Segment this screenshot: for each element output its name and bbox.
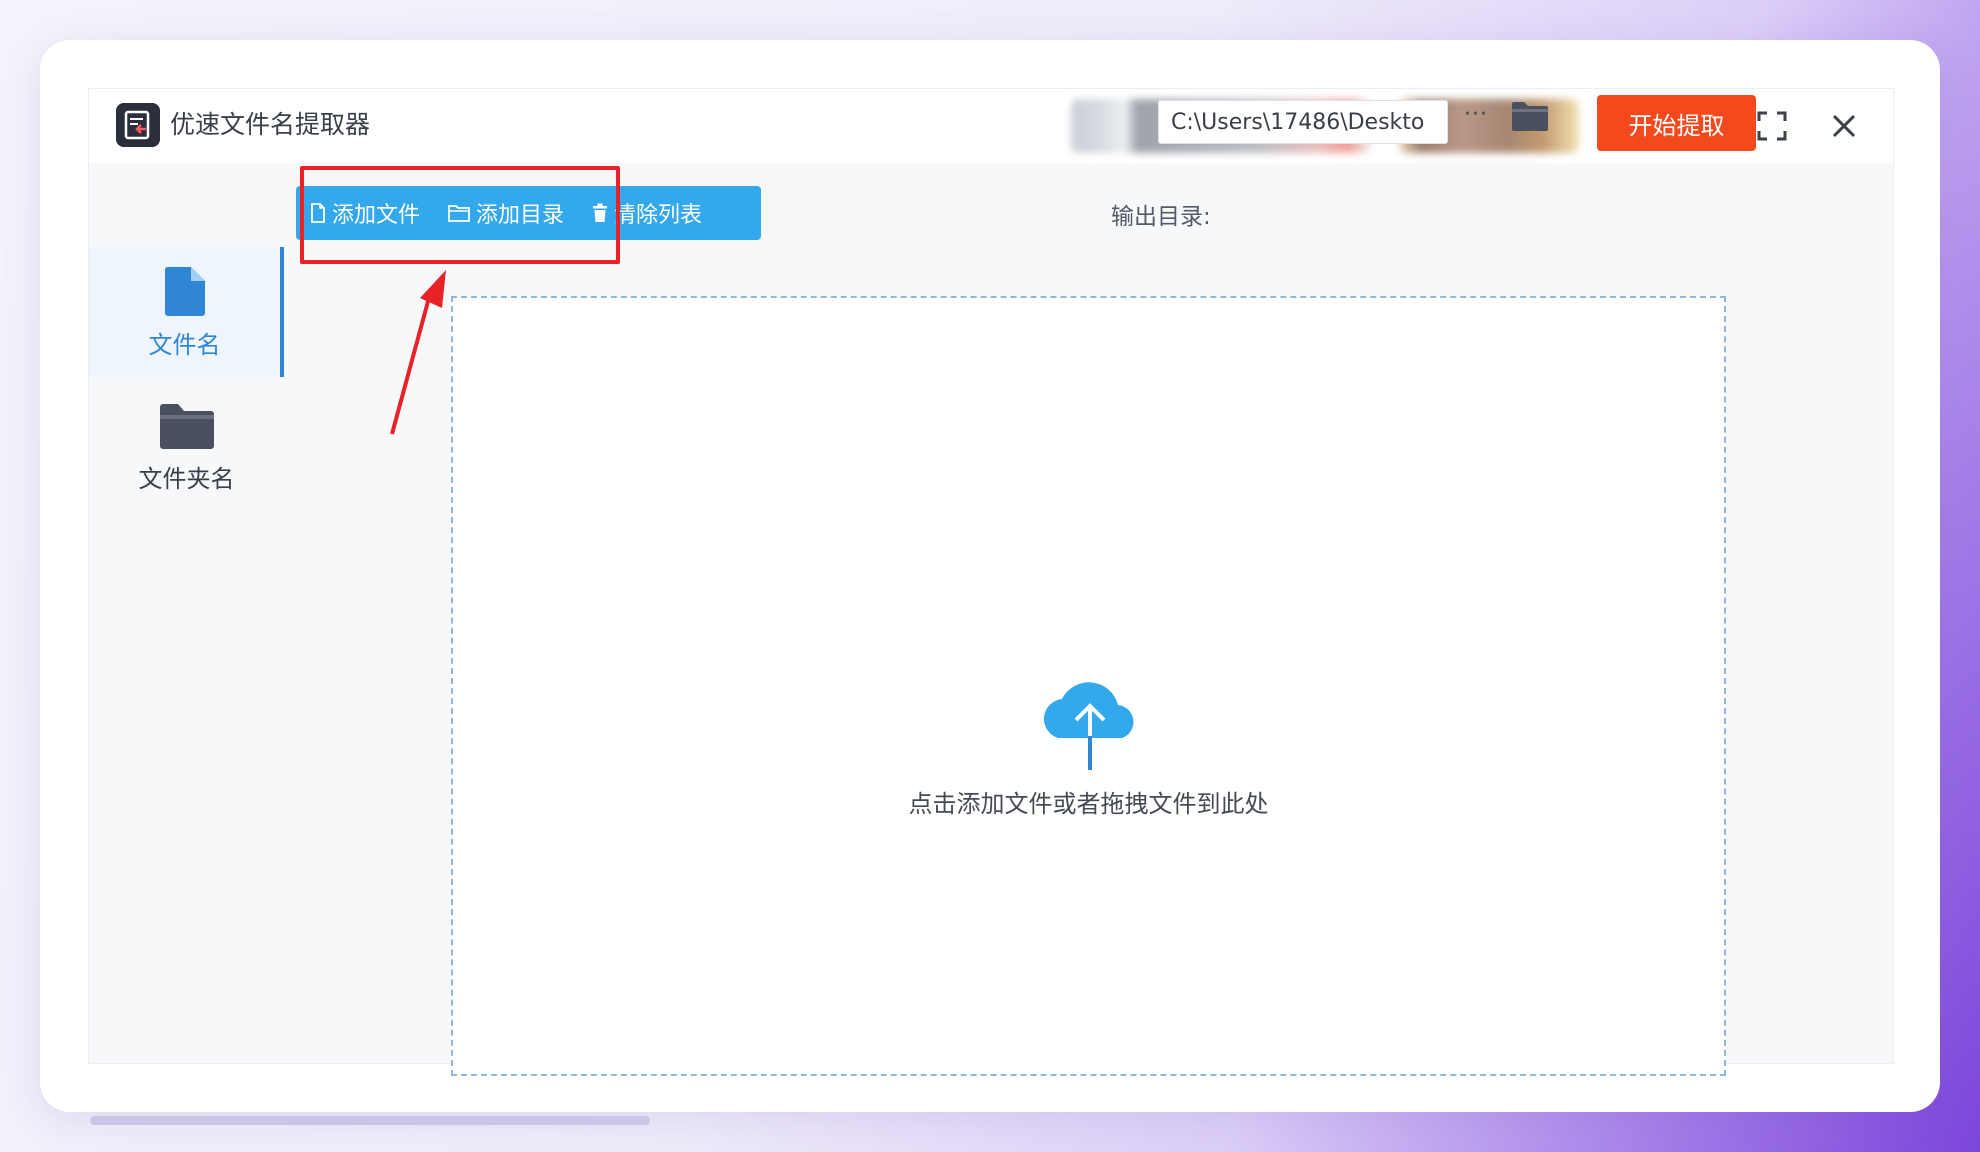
file-icon [164,267,205,316]
folder-icon [159,404,214,449]
drop-zone-hint: 点击添加文件或者拖拽文件到此处 [908,790,1269,818]
sidebar-item-label: 文件名 [148,331,221,359]
more-options-button[interactable]: ··· [1456,98,1496,138]
cloud-upload-icon [1043,682,1134,770]
start-extract-button[interactable]: 开始提取 [1597,95,1756,151]
clear-list-label: 清除列表 [614,203,703,228]
close-icon[interactable] [1819,103,1869,149]
sidebar-item-label: 文件夹名 [138,465,235,493]
app-title: 优速文件名提取器 [170,110,371,139]
drop-zone[interactable]: 点击添加文件或者拖拽文件到此处 [451,296,1726,1076]
browse-folder-icon[interactable] [1511,100,1551,140]
output-path-field[interactable]: C:\Users\17486\Deskto [1158,100,1448,144]
output-directory-label: 输出目录: [1111,204,1211,230]
annotation-arrow-icon [390,270,446,435]
sidebar: 文件名 文件夹名 [89,163,284,1063]
sidebar-item-foldername[interactable]: 文件夹名 [89,385,284,515]
app-logo-icon [116,103,160,147]
sidebar-item-filename[interactable]: 文件名 [89,247,284,377]
annotation-highlight-box [300,166,620,264]
horizontal-scrollbar[interactable] [90,1116,650,1125]
